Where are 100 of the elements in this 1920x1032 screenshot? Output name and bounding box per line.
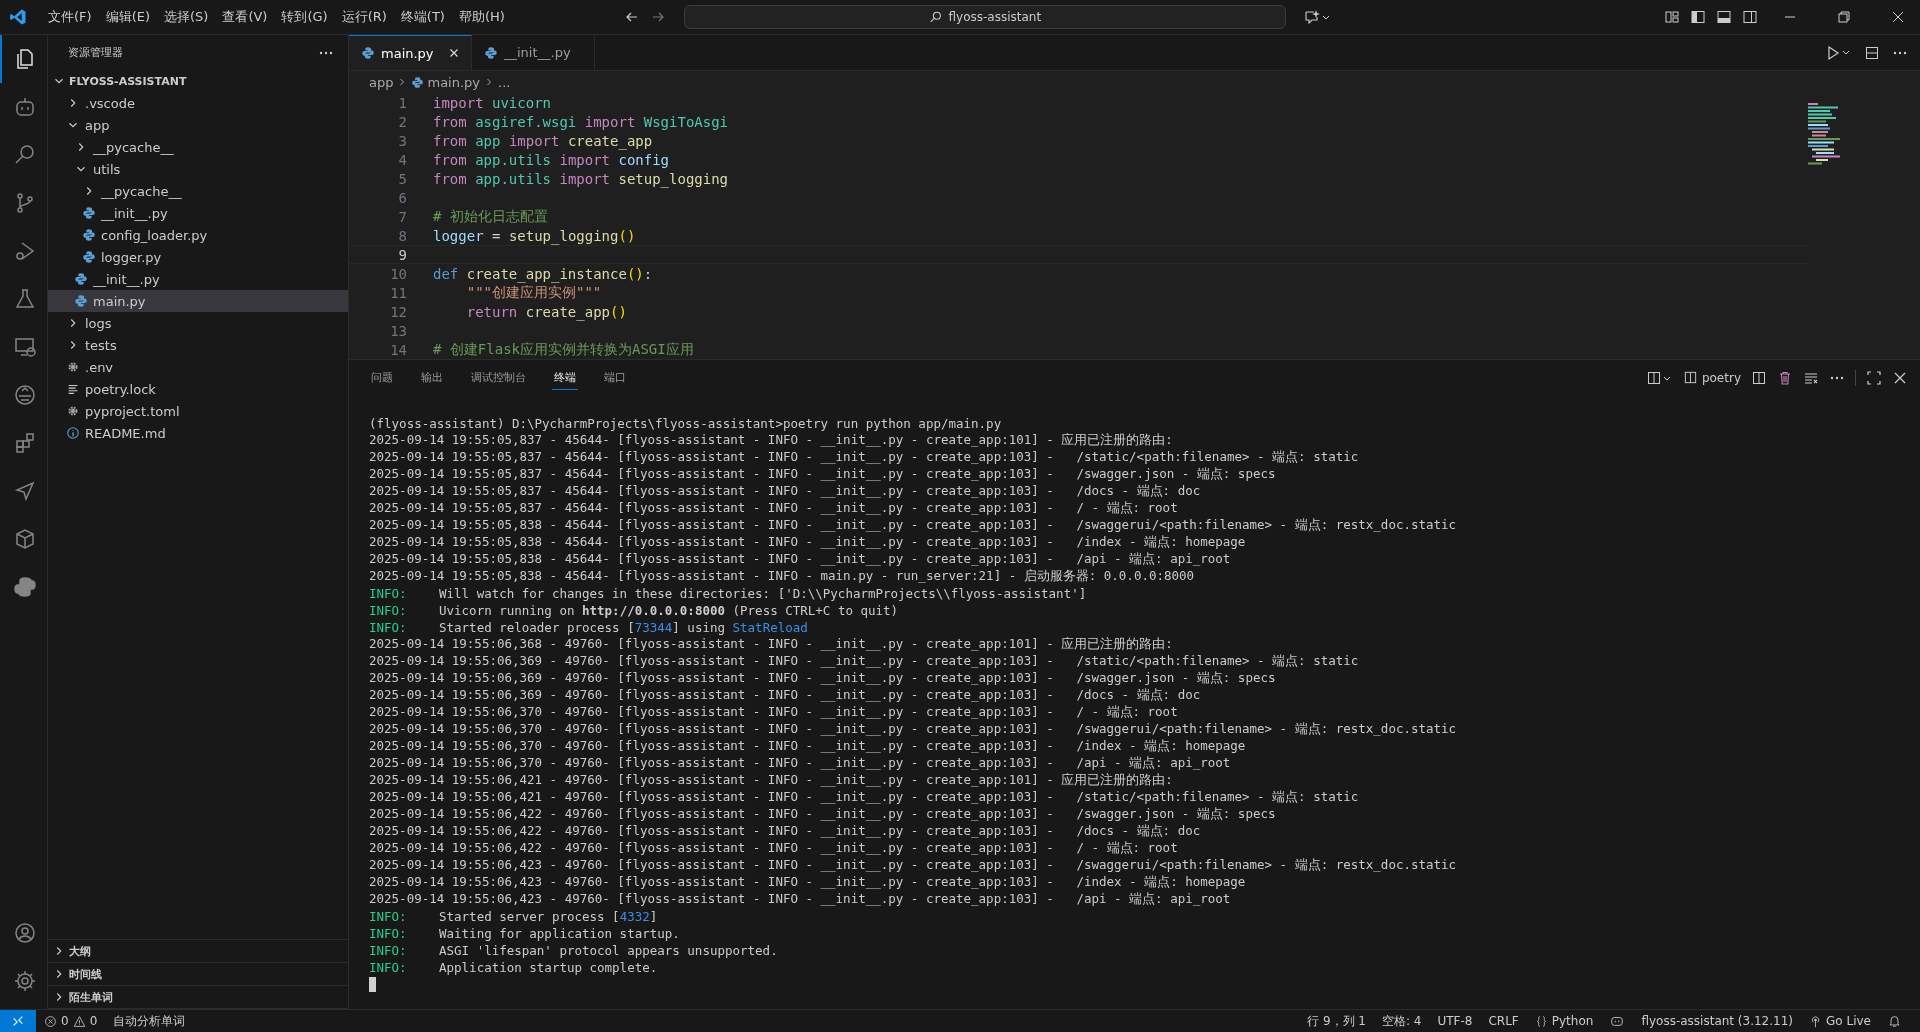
new-terminal-split-icon[interactable] [1646,369,1673,386]
circle-badge-icon[interactable] [12,383,37,407]
panel-tab[interactable]: 端口 [602,365,628,390]
code-line: """创建应用实例""" [465,283,602,302]
menu-item[interactable]: 文件(F) [41,8,99,26]
split-editor-icon[interactable] [1864,44,1880,61]
toggle-sidebar-icon[interactable] [1690,9,1706,25]
menu-item[interactable]: 选择(S) [157,8,216,26]
account-icon[interactable] [12,921,37,945]
tree-item[interactable]: __pycache__ [48,136,348,158]
tree-item[interactable]: __init__.py [48,268,348,290]
maximize-icon[interactable] [1866,369,1882,386]
collapsed-section-header[interactable]: 时间线 [48,963,348,986]
remote-icon [11,1014,25,1028]
log-level: INFO: [369,603,408,618]
code-line: logger = setup_logging() [433,227,636,244]
collapsed-section-header[interactable]: 陌生单词 [48,986,348,1009]
tree-item[interactable]: .env [48,356,348,378]
tree-item[interactable]: pyproject.toml [48,400,348,422]
python-file-icon [361,46,375,60]
python-file-icon [484,45,498,60]
menu-item[interactable]: 编辑(E) [98,8,157,26]
menu-item[interactable]: 查看(V) [215,8,275,26]
menu-item[interactable]: 转到(G) [274,8,335,26]
code-line: # 创建Flask应用实例并转换为ASGI应用 [433,340,694,359]
tree-item[interactable]: poetry.lock [48,378,348,400]
terminal-line: 2025-09-14 19:55:06,421 - 49760- [flyoss-assistant - INFO - __init__.py - create_app:101] - 应用已注册的路由: [369,772,1173,789]
menu-item[interactable]: 终端(T) [393,8,452,26]
close-icon[interactable] [1890,9,1906,25]
line-number: 1 [397,94,408,111]
terminal-cursor [369,977,376,992]
breadcrumb-item[interactable]: app [369,74,394,90]
minimap-drawing [1808,103,1840,165]
code-line: from app.utils import setup_logging [433,170,729,187]
split-terminal-icon[interactable] [1751,369,1767,386]
encoding-status[interactable]: UTF-8 [1437,1014,1473,1028]
language-mode[interactable]: Python [1534,1014,1594,1028]
error-icon [44,1014,57,1028]
settings-icon[interactable] [12,969,37,993]
editor-tab[interactable]: main.py [349,35,472,70]
warning-icon [72,1014,86,1028]
tree-item[interactable]: main.py [48,290,348,312]
workspace-title[interactable]: FLYOSS-ASSISTANT [69,74,187,88]
editor-tab[interactable]: __init__.py [472,35,595,70]
terminal-line: 2025-09-14 19:55:05,837 - 45644- [flyoss-assistant - INFO - __init__.py - create_app:103] - /swagger.json - 端点: specs [369,466,1276,483]
tree-item[interactable]: __init__.py [48,202,348,224]
python-interpreter-status[interactable]: flyoss-assistant (3.12.11) [1641,1014,1794,1028]
breadcrumb-item[interactable]: ... [498,74,511,90]
tree-item[interactable]: README.md [48,422,348,444]
trash-icon[interactable] [1777,369,1793,386]
collapsed-section-header[interactable]: 大纲 [48,940,348,963]
code-line: from app.utils import config [433,151,670,168]
toggle-panel-icon[interactable] [1716,9,1732,25]
terminal-line: 2025-09-14 19:55:06,422 - 49760- [flyoss-assistant - INFO - __init__.py - create_app:103] - /docs - 端点: doc [369,823,1201,840]
restore-icon[interactable] [1836,9,1852,25]
tree-item[interactable]: logger.py [48,246,348,268]
terminal-line: Started server process [4332] [439,909,658,924]
panel-tab[interactable]: 终端 [552,365,578,390]
chat-sparkle-icon[interactable] [1303,9,1330,25]
run-icon[interactable] [1826,44,1852,61]
terminal-line: 2025-09-14 19:55:05,838 - 45644- [flyoss-assistant - INFO - __init__.py - create_app:103] - /index - 端点: homepage [369,534,1246,551]
bell-icon[interactable] [1887,1014,1902,1028]
go-live-button[interactable]: Go Live [1809,1014,1871,1028]
terminal-line: 2025-09-14 19:55:06,368 - 49760- [flyoss-assistant - INFO - __init__.py - create_app:101] - 应用已注册的路由: [369,636,1173,653]
log-level: INFO: [369,926,408,941]
line-number: 5 [397,170,408,187]
log-level: INFO: [369,943,408,958]
remote-icon[interactable] [12,335,37,359]
python-file-icon [74,272,88,286]
menu-item[interactable]: 运行(R) [334,8,394,26]
tree-item[interactable]: logs [48,312,348,334]
terminal-line: 2025-09-14 19:55:06,369 - 49760- [flyoss-assistant - INFO - __init__.py - create_app:103] - /static/<path:filename> - 端点: static [369,653,1359,670]
panel-tab[interactable]: 问题 [369,365,395,390]
tree-item[interactable]: config_loader.py [48,224,348,246]
terminal-line: 2025-09-14 19:55:06,370 - 49760- [flyoss-assistant - INFO - __init__.py - create_app:103] - /api - 端点: api_root [369,755,1231,772]
status-item[interactable]: 自动分析单词 [113,1012,186,1030]
search-icon [928,10,943,24]
terminal-line: Application startup complete. [439,960,658,975]
code-line: from app import create_app [433,132,653,149]
tree-item[interactable]: tests [48,334,348,356]
panel-tab[interactable]: 输出 [419,365,445,390]
menu-item[interactable]: 帮助(H) [451,8,512,26]
terminal-instance[interactable]: poetry [1682,370,1741,385]
line-ending-status[interactable]: CRLF [1488,1014,1519,1028]
breadcrumb-item[interactable]: main.py [427,74,481,90]
tree-item[interactable]: app [48,114,348,136]
terminal-line: 2025-09-14 19:55:05,838 - 45644- [flyoss-assistant - INFO - main.py - run_server:21] - 启动服务器: 0.0.0.0:8000 [369,568,1195,585]
cursor-position[interactable]: 行 9，列 1 [1307,1012,1366,1030]
log-level: INFO: [369,586,408,601]
panel-tab[interactable]: 调试控制台 [469,365,528,390]
indentation-status[interactable]: 空格: 4 [1382,1012,1422,1030]
terminal-line: 2025-09-14 19:55:06,370 - 49760- [flyoss-assistant - INFO - __init__.py - create_app:103] - /swaggerui/<path:filename> - 端点: restx_doc.static [369,721,1457,738]
problems-status[interactable]: 0 0 [44,1014,98,1028]
toggle-secondary-sidebar-icon[interactable] [1742,9,1758,25]
robot-icon[interactable] [1609,1014,1626,1028]
tree-item[interactable]: utils [48,158,348,180]
command-center-search[interactable]: flyoss-assistant [683,5,1286,29]
tree-item[interactable]: .vscode [48,92,348,114]
tree-item[interactable]: __pycache__ [48,180,348,202]
layout-icon[interactable] [1664,9,1680,25]
